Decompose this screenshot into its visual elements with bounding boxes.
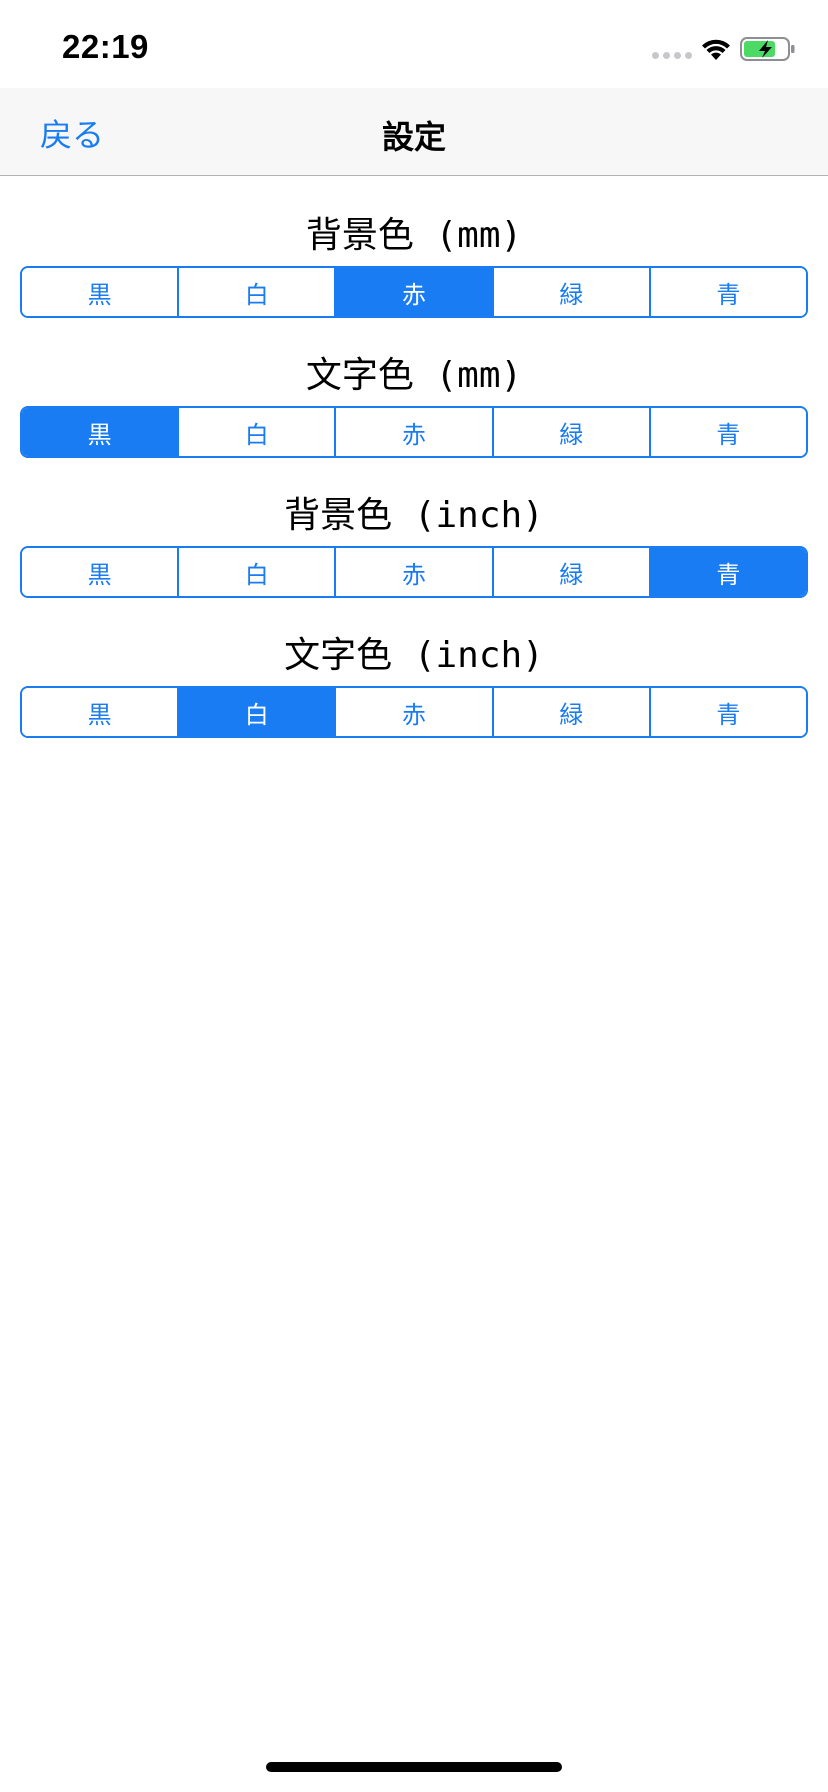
segment-white[interactable]: 白 — [177, 548, 335, 596]
segment-blue[interactable]: 青 — [648, 548, 806, 596]
section-title: 文字色 (inch) — [284, 635, 544, 676]
text-color-inch-section: 文字色 (inch) 黒 白 赤 緑 青 — [0, 632, 828, 738]
status-time: 22:19 — [62, 28, 149, 65]
segment-red[interactable]: 赤 — [334, 268, 492, 316]
segment-white[interactable]: 白 — [177, 688, 335, 736]
segment-black[interactable]: 黒 — [22, 268, 178, 316]
segment-black[interactable]: 黒 — [22, 408, 178, 456]
status-bar: 22:19 — [0, 0, 828, 88]
segment-black[interactable]: 黒 — [22, 688, 178, 736]
wifi-icon — [702, 39, 730, 60]
text-color-mm-section: 文字色 (mm) 黒 白 赤 緑 青 — [0, 352, 828, 458]
navigation-bar: 戻る 設定 — [0, 88, 828, 176]
home-indicator[interactable] — [266, 1762, 562, 1772]
battery-charging-icon — [740, 37, 795, 61]
segment-blue[interactable]: 青 — [648, 688, 806, 736]
segment-white[interactable]: 白 — [177, 268, 335, 316]
background-color-mm-section: 背景色 (mm) 黒 白 赤 緑 青 — [0, 212, 828, 318]
segment-blue[interactable]: 青 — [648, 268, 806, 316]
segment-red[interactable]: 赤 — [334, 548, 492, 596]
segment-green[interactable]: 緑 — [491, 548, 649, 596]
background-color-mm-segmented-control: 黒 白 赤 緑 青 — [20, 266, 808, 318]
background-color-inch-segmented-control: 黒 白 赤 緑 青 — [20, 546, 808, 598]
text-color-mm-segmented-control: 黒 白 赤 緑 青 — [20, 406, 808, 458]
text-color-inch-segmented-control: 黒 白 赤 緑 青 — [20, 686, 808, 738]
segment-red[interactable]: 赤 — [334, 408, 492, 456]
settings-screen: 22:19 戻る 設定 背景色 (mm) 黒 白 赤 緑 青 文字色 (mm) … — [0, 0, 828, 1792]
segment-white[interactable]: 白 — [177, 408, 335, 456]
segment-green[interactable]: 緑 — [491, 408, 649, 456]
segment-green[interactable]: 緑 — [491, 688, 649, 736]
segment-green[interactable]: 緑 — [491, 268, 649, 316]
page-title: 設定 — [381, 118, 446, 156]
segment-black[interactable]: 黒 — [22, 548, 178, 596]
section-title: 文字色 (mm) — [305, 355, 523, 396]
background-color-inch-section: 背景色 (inch) 黒 白 赤 緑 青 — [0, 492, 828, 598]
signal-dots-icon — [652, 52, 692, 59]
segment-blue[interactable]: 青 — [648, 408, 806, 456]
section-title: 背景色 (mm) — [305, 215, 523, 256]
segment-red[interactable]: 赤 — [334, 688, 492, 736]
section-title: 背景色 (inch) — [284, 495, 544, 536]
